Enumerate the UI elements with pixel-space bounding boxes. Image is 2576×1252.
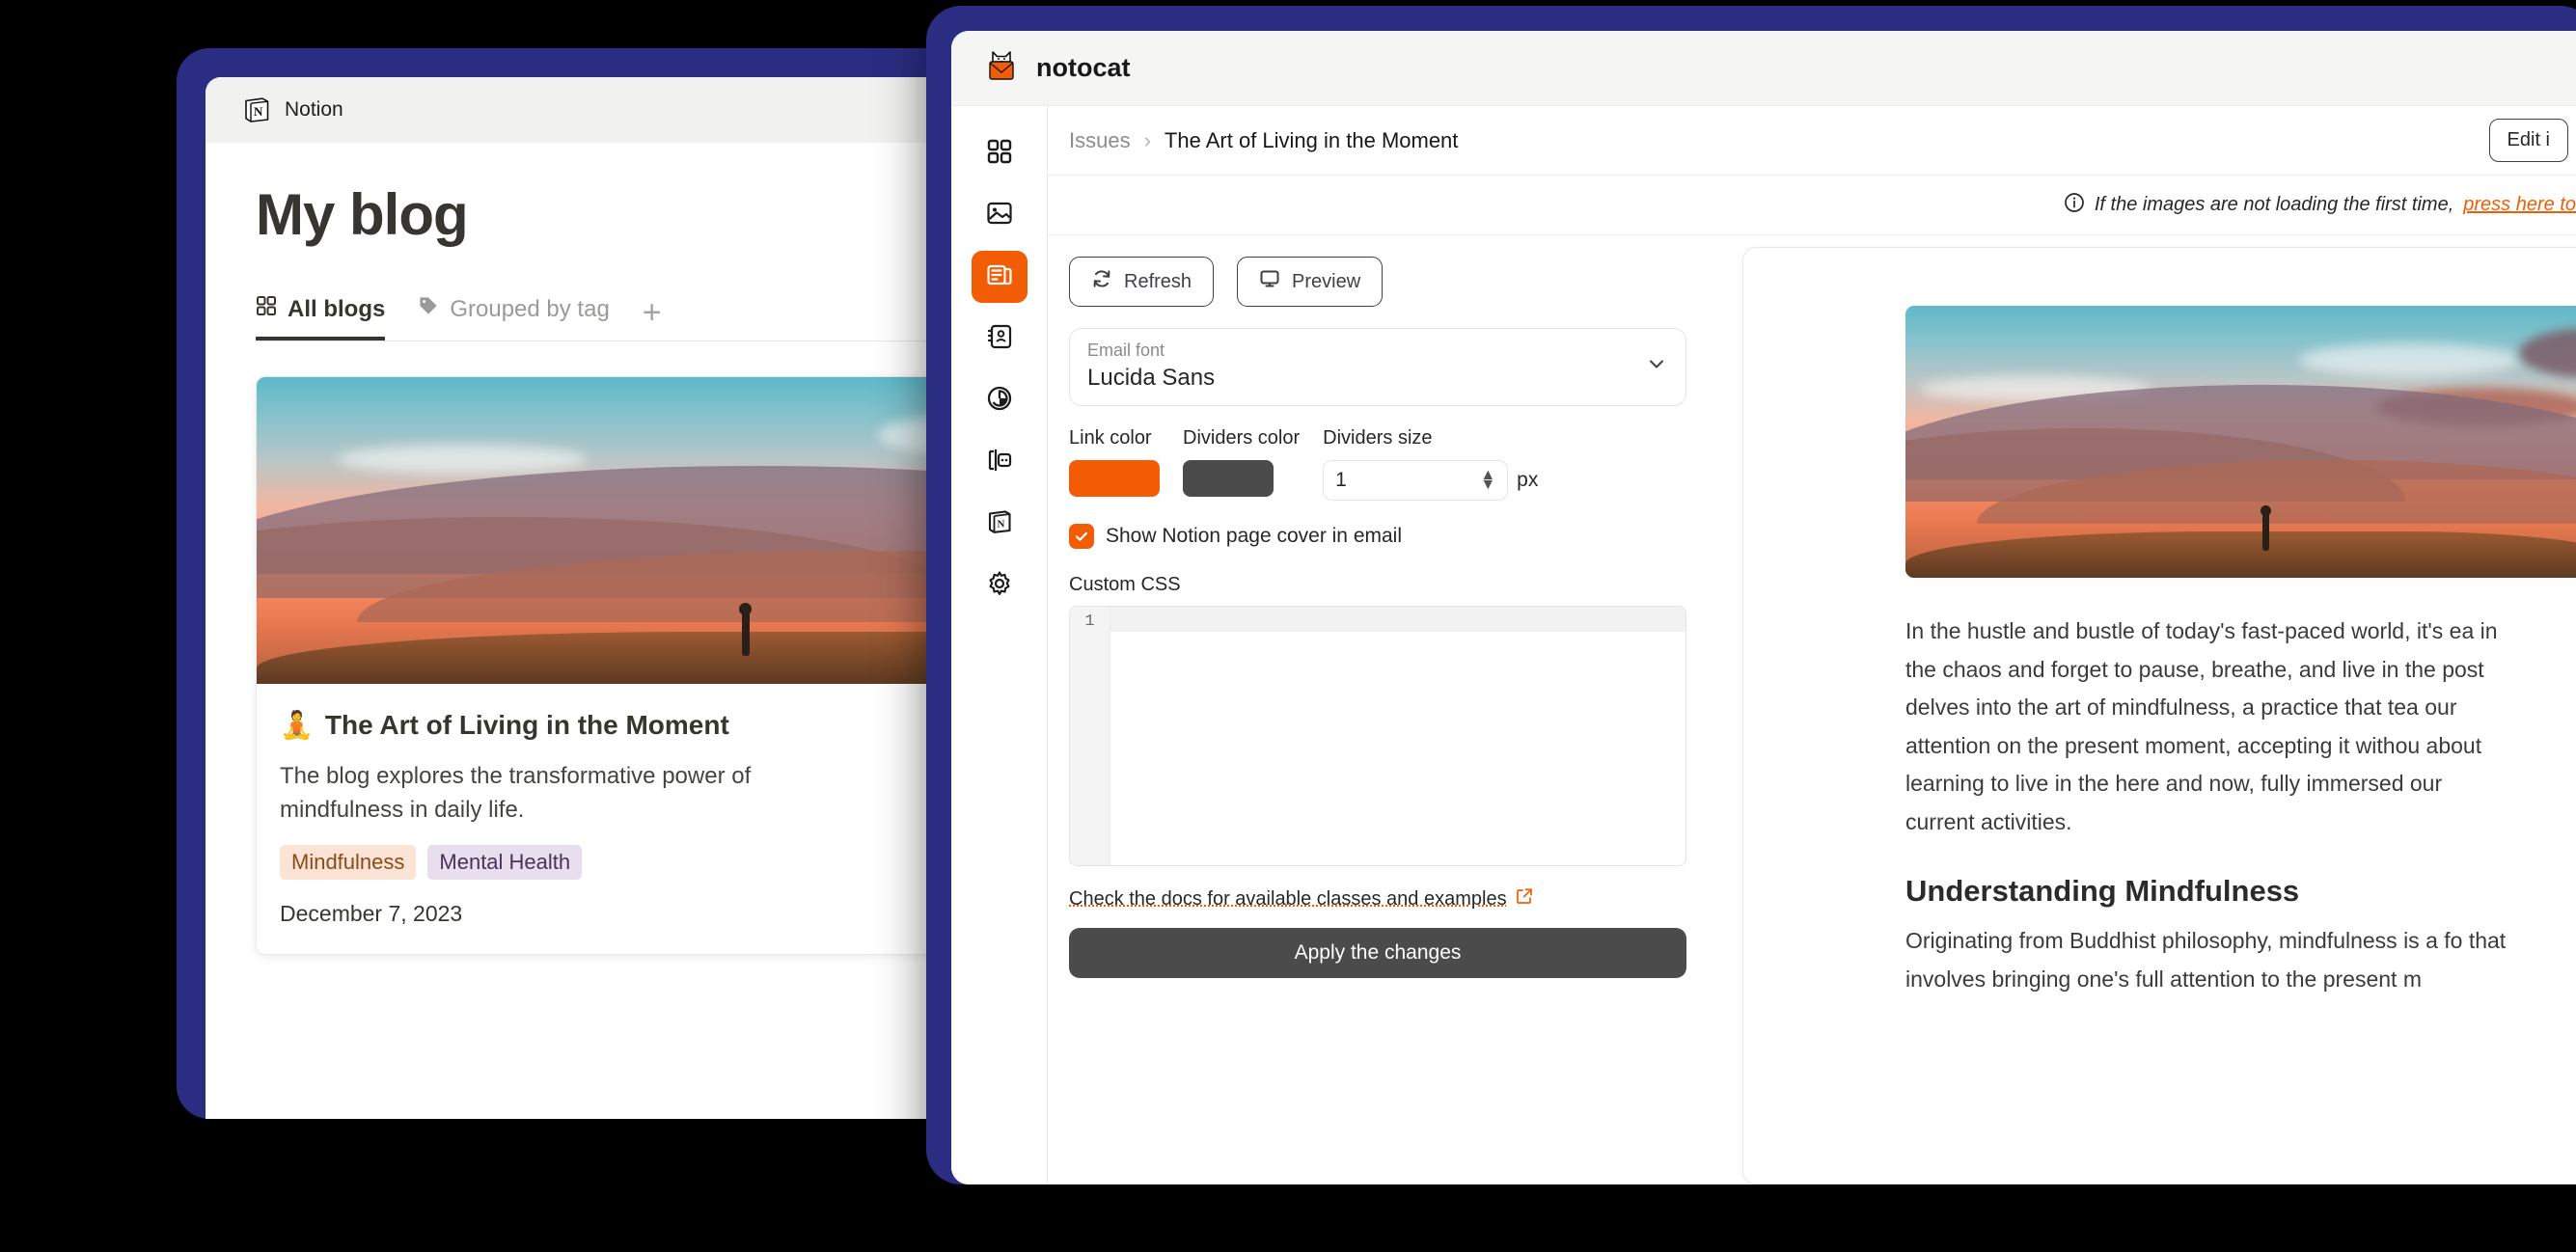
grid-icon <box>256 295 277 323</box>
blog-card-description: The blog explores the transformative pow… <box>280 763 752 823</box>
blog-card-title-text: The Art of Living in the Moment <box>324 709 729 740</box>
notice-text: If the images are not loading the first … <box>2094 194 2454 215</box>
custom-css-editor[interactable]: 1 <box>1069 606 1686 866</box>
email-font-label: Email font <box>1087 340 1165 360</box>
preview-cover-image <box>1905 306 2576 578</box>
email-preview-card: In the hustle and bustle of today's fast… <box>1742 247 2576 1184</box>
newspaper-icon <box>986 261 1013 293</box>
dividers-size-value: 1 <box>1335 469 1347 491</box>
sidebar-item-templates[interactable] <box>972 436 1028 488</box>
refresh-label: Refresh <box>1124 270 1192 292</box>
sidebar-item-analytics[interactable] <box>972 374 1028 426</box>
tab-grouped-by-tag[interactable]: Grouped by tag <box>418 295 610 340</box>
link-color-field: Link color <box>1069 427 1160 497</box>
screenshot-stage: N Notion My blog All blogs Grouped by ta… <box>0 0 2576 1252</box>
sidebar-item-notion[interactable]: N <box>972 498 1028 550</box>
template-icon <box>986 447 1013 478</box>
email-font-select[interactable]: Email font Lucida Sans <box>1069 328 1686 406</box>
show-cover-row[interactable]: Show Notion page cover in email <box>1069 524 1686 549</box>
custom-css-label: Custom CSS <box>1069 574 1181 595</box>
dividers-size-input[interactable]: 1 ▲ ▼ <box>1323 460 1509 501</box>
notocat-sidebar: N <box>951 106 1048 1184</box>
contact-book-icon <box>986 323 1013 355</box>
dividers-size-unit: px <box>1517 469 1539 491</box>
preview-paragraph-2: Originating from Buddhist philosophy, mi… <box>1905 928 2507 992</box>
preview-body: In the hustle and bustle of today's fast… <box>1780 578 2513 998</box>
tab-label: Grouped by tag <box>450 295 610 322</box>
line-number-gutter: 1 <box>1070 607 1110 865</box>
dividers-color-field: Dividers color <box>1183 427 1300 497</box>
breadcrumb-root[interactable]: Issues <box>1069 128 1131 153</box>
notion-logo-icon: N <box>986 508 1013 540</box>
add-tab-button[interactable]: + <box>643 296 662 340</box>
issue-toolbar: Refresh Preview <box>1069 257 1686 307</box>
chevron-down-icon <box>1645 352 1668 380</box>
show-cover-checkbox[interactable] <box>1069 524 1094 549</box>
notocat-brand-name: notocat <box>1036 53 1131 82</box>
sidebar-item-dashboard[interactable] <box>972 127 1028 179</box>
notocat-window: notocat N Issues › The Art of Living in … <box>951 31 2576 1184</box>
sidebar-item-issues[interactable] <box>971 251 1028 303</box>
apply-changes-button[interactable]: Apply the changes <box>1069 928 1686 978</box>
panes: Refresh Preview Email font Lucida Sans L… <box>1048 235 2576 1184</box>
refresh-button[interactable]: Refresh <box>1069 257 1215 307</box>
preview-heading: Understanding Mindfulness <box>1905 874 2300 909</box>
gear-icon <box>986 570 1013 602</box>
preview-paragraph: In the hustle and bustle of today's fast… <box>1905 618 2498 834</box>
dividers-color-label: Dividers color <box>1183 427 1301 449</box>
email-font-value: Lucida Sans <box>1087 365 1216 391</box>
docs-link[interactable]: Check the docs for available classes and… <box>1069 887 1533 911</box>
info-icon <box>2064 192 2085 219</box>
external-link-icon <box>1516 887 1533 911</box>
sidebar-item-images[interactable] <box>972 189 1028 241</box>
image-icon <box>986 200 1013 231</box>
sidebar-item-settings[interactable] <box>972 559 1028 612</box>
dividers-size-label: Dividers size <box>1323 427 1433 449</box>
edit-issue-button[interactable]: Edit i <box>2488 119 2568 162</box>
check-icon <box>1075 531 1088 541</box>
tab-label: All blogs <box>288 295 386 322</box>
sidebar-item-contacts[interactable] <box>972 313 1028 365</box>
refresh-icon <box>1091 268 1112 295</box>
notion-logo-icon: N <box>242 95 271 124</box>
notocat-topbar: notocat <box>951 31 2576 106</box>
notice-content: If the images are not loading the first … <box>2064 192 2576 219</box>
svg-text:N: N <box>254 104 263 119</box>
tag-mental-health[interactable]: Mental Health <box>427 844 583 880</box>
docs-link-text: Check the docs for available classes and… <box>1069 887 1507 910</box>
notocat-window-frame: notocat N Issues › The Art of Living in … <box>926 6 2576 1184</box>
dividers-size-field: Dividers size 1 ▲ ▼ px <box>1323 427 1538 501</box>
pie-chart-icon <box>986 385 1013 417</box>
breadcrumb: Issues › The Art of Living in the Moment… <box>1048 106 2576 176</box>
show-cover-label: Show Notion page cover in email <box>1106 525 1403 547</box>
notocat-main: N Issues › The Art of Living in the Mome… <box>951 106 2576 1184</box>
number-stepper[interactable]: ▲ ▼ <box>1480 468 1495 493</box>
preview-label: Preview <box>1292 270 1361 292</box>
link-color-label: Link color <box>1069 427 1152 449</box>
settings-pane: Refresh Preview Email font Lucida Sans L… <box>1048 235 1713 1184</box>
custom-css-textarea[interactable] <box>1110 607 1685 865</box>
style-fields: Link color Dividers color Dividers size <box>1069 427 1686 501</box>
dividers-color-swatch[interactable] <box>1183 460 1274 497</box>
breadcrumb-current: The Art of Living in the Moment <box>1164 127 1459 152</box>
svg-text:N: N <box>997 518 1004 530</box>
cat-in-envelope-icon <box>980 46 1023 90</box>
preview-button[interactable]: Preview <box>1237 257 1384 307</box>
image-loading-notice: If the images are not loading the first … <box>1048 176 2576 235</box>
email-preview-pane: In the hustle and bustle of today's fast… <box>1713 235 2576 1184</box>
notice-link[interactable]: press here to <box>2463 194 2576 216</box>
chevron-right-icon: › <box>1143 127 1151 152</box>
monitor-icon <box>1259 268 1280 295</box>
notocat-content: Issues › The Art of Living in the Moment… <box>1048 106 2576 1184</box>
meditation-emoji: 🧘 <box>280 710 314 740</box>
grid-icon <box>987 139 1012 169</box>
tag-mindfulness[interactable]: Mindfulness <box>280 844 417 880</box>
notion-app-name: Notion <box>285 98 343 121</box>
tab-all-blogs[interactable]: All blogs <box>256 295 386 340</box>
link-color-swatch[interactable] <box>1069 460 1160 497</box>
tag-icon <box>418 295 439 323</box>
stepper-down-icon[interactable]: ▼ <box>1480 477 1495 493</box>
